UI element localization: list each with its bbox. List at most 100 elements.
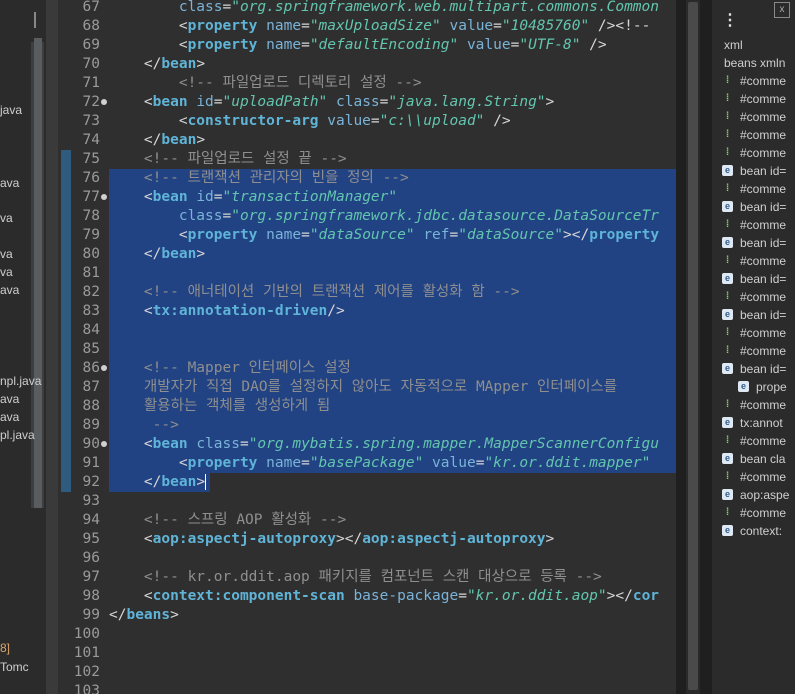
explorer-item[interactable]: ava — [0, 176, 19, 190]
outline-node[interactable]: e bean id= — [712, 234, 795, 252]
close-icon[interactable]: x — [774, 2, 790, 18]
outline-node[interactable]: e bean cla — [712, 450, 795, 468]
outline-node[interactable]: ⁞ #comme — [712, 432, 795, 450]
outline-node[interactable]: ⁞ #comme — [712, 126, 795, 144]
code-line[interactable]: 90 <bean class="org.mybatis.spring.mappe… — [58, 435, 676, 454]
explorer-item[interactable]: ava — [0, 283, 19, 297]
code-line[interactable]: 76 <!-- 트랜잭션 관리자의 빈을 정의 --> — [58, 169, 676, 188]
outline-node[interactable]: e bean id= — [712, 198, 795, 216]
code-line[interactable]: 75 <!-- 파일업로드 설정 끝 --> — [58, 150, 676, 169]
outline-node[interactable]: e aop:aspe — [712, 486, 795, 504]
comment-node-icon: ⁞ — [725, 507, 730, 518]
editor-vertical-scrollbar[interactable] — [676, 0, 712, 694]
fold-toggle-icon[interactable] — [101, 365, 107, 371]
code-line[interactable]: 99 </beans> — [58, 606, 676, 625]
code-line[interactable]: 97 <!-- kr.or.ddit.aop 패키지를 컴포넌트 스캔 대상으로… — [58, 568, 676, 587]
code-line[interactable]: 94 <!-- 스프링 AOP 활성화 --> — [58, 511, 676, 530]
code-line[interactable]: 83 <tx:annotation-driven/> — [58, 302, 676, 321]
code-line[interactable]: 103 — [58, 682, 676, 694]
outline-node[interactable]: e context: — [712, 522, 795, 540]
explorer-item[interactable]: va — [0, 265, 13, 279]
code-token: < — [109, 113, 188, 129]
explorer-item[interactable]: ava — [0, 392, 19, 406]
code-line[interactable]: 79 <property name="dataSource" ref="data… — [58, 226, 676, 245]
code-line[interactable]: 91 <property name="basePackage" value="k… — [58, 454, 676, 473]
explorer-scrollbar-thumb[interactable] — [34, 38, 42, 508]
code-line[interactable]: 86 <!-- Mapper 인터페이스 설정 — [58, 359, 676, 378]
code-token: </ — [109, 246, 162, 262]
outline-node-label: #comme — [740, 92, 787, 106]
code-line[interactable]: 70 </bean> — [58, 55, 676, 74]
fold-toggle-icon[interactable] — [101, 194, 107, 200]
fold-toggle-icon[interactable] — [101, 441, 107, 447]
outline-node[interactable]: ⁞ #comme — [712, 468, 795, 486]
explorer-item[interactable]: npl.java — [0, 374, 41, 388]
code-line[interactable]: 81 — [58, 264, 676, 283]
explorer-item[interactable]: 8] — [0, 641, 10, 655]
outline-node[interactable]: e bean id= — [712, 270, 795, 288]
code-line[interactable]: 71 <!-- 파일업로드 디렉토리 설정 --> — [58, 74, 676, 93]
code-line[interactable]: 68 <property name="maxUploadSize" value=… — [58, 17, 676, 36]
xml-editor[interactable]: 67 class="org.springframework.web.multip… — [58, 0, 676, 694]
code-line[interactable]: 69 <property name="defaultEncoding" valu… — [58, 36, 676, 55]
outline-node[interactable]: ⁞ #comme — [712, 180, 795, 198]
outline-node[interactable]: ⁞ #comme — [712, 144, 795, 162]
code-line[interactable]: 89 --> — [58, 416, 676, 435]
code-line[interactable]: 100 — [58, 625, 676, 644]
code-line[interactable]: 96 — [58, 549, 676, 568]
code-line[interactable]: 72 <bean id="uploadPath" class="java.lan… — [58, 93, 676, 112]
outline-node[interactable]: e bean id= — [712, 360, 795, 378]
outline-node-label: #comme — [740, 290, 787, 304]
view-menu-icon[interactable]: ⋮ — [722, 10, 738, 30]
explorer-item[interactable]: pl.java — [0, 428, 35, 442]
outline-node[interactable]: e tx:annot — [712, 414, 795, 432]
explorer-item[interactable]: va — [0, 247, 13, 261]
code-line[interactable]: 87 개발자가 직접 DAO를 설정하지 않아도 자동적으로 MApper 인터… — [58, 378, 676, 397]
outline-node[interactable]: e bean id= — [712, 306, 795, 324]
code-text: <!-- kr.or.ddit.aop 패키지를 컴포넌트 스캔 대상으로 등록… — [109, 568, 602, 587]
outline-node[interactable]: e bean id= — [712, 162, 795, 180]
code-line[interactable]: 85 — [58, 340, 676, 359]
fold-toggle-icon[interactable] — [101, 99, 107, 105]
outline-node[interactable]: ⁞ #comme — [712, 72, 795, 90]
outline-node[interactable]: ⁞ #comme — [712, 108, 795, 126]
outline-node[interactable]: e prope — [712, 378, 795, 396]
outline-node[interactable]: ⁞ #comme — [712, 342, 795, 360]
code-token: 개발자가 직접 DAO를 설정하지 않아도 자동적으로 MApper 인터페이스… — [109, 379, 618, 395]
outline-node[interactable]: beans xmln — [712, 54, 795, 72]
code-line[interactable]: 80 </bean> — [58, 245, 676, 264]
outline-node[interactable]: xml — [712, 36, 795, 54]
explorer-item[interactable]: java — [0, 103, 22, 117]
code-line[interactable]: 82 <!-- 애너테이션 기반의 트랜잭션 제어를 활성화 함 --> — [58, 283, 676, 302]
code-line[interactable]: 77 <bean id="transactionManager" — [58, 188, 676, 207]
editor-scrollbar-thumb[interactable] — [688, 2, 698, 690]
explorer-item[interactable]: ava — [0, 410, 19, 424]
code-token: "dataSource" — [309, 227, 415, 243]
code-line[interactable]: 74 </bean> — [58, 131, 676, 150]
code-token: </ — [109, 56, 162, 72]
code-line[interactable]: 98 <context:component-scan base-package=… — [58, 587, 676, 606]
explorer-item[interactable]: va — [0, 211, 13, 225]
code-line[interactable]: 67 class="org.springframework.web.multip… — [58, 0, 676, 17]
code-line[interactable]: 101 — [58, 644, 676, 663]
panel-menu-icon[interactable] — [34, 12, 44, 28]
code-line[interactable]: 102 — [58, 663, 676, 682]
outline-node[interactable]: ⁞ #comme — [712, 90, 795, 108]
code-line[interactable]: 78 class="org.springframework.jdbc.datas… — [58, 207, 676, 226]
outline-node[interactable]: ⁞ #comme — [712, 504, 795, 522]
code-line[interactable]: 73 <constructor-arg value="c:\\upload" /… — [58, 112, 676, 131]
outline-node[interactable]: ⁞ #comme — [712, 252, 795, 270]
code-line[interactable]: 88 활용하는 객체를 생성하게 됨 — [58, 397, 676, 416]
code-line[interactable]: 92 </bean> — [58, 473, 676, 492]
outline-node[interactable]: ⁞ #comme — [712, 324, 795, 342]
code-token: "kr.or.ddit.aop" — [466, 588, 607, 604]
code-line[interactable]: 84 — [58, 321, 676, 340]
code-line[interactable]: 93 — [58, 492, 676, 511]
outline-node[interactable]: ⁞ #comme — [712, 396, 795, 414]
outline-node[interactable]: ⁞ #comme — [712, 288, 795, 306]
outline-node[interactable]: ⁞ #comme — [712, 216, 795, 234]
code-line[interactable]: 95 <aop:aspectj-autoproxy></aop:aspectj-… — [58, 530, 676, 549]
element-node-icon: e — [722, 363, 733, 374]
explorer-item[interactable]: Tomc — [0, 660, 29, 674]
